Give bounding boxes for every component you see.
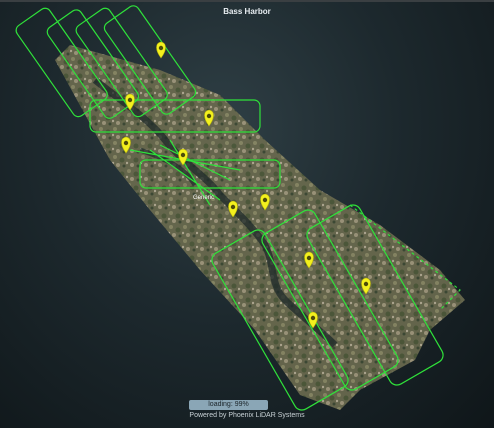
marker-label: Generic bbox=[193, 195, 214, 201]
map-pin-icon[interactable] bbox=[156, 41, 166, 59]
footer-credit: Powered by Phoenix LiDAR Systems bbox=[189, 412, 305, 419]
point-cloud-viewport[interactable]: Generic bbox=[0, 0, 494, 428]
loading-progress-bar: loading: 99% bbox=[189, 400, 268, 410]
page-title: Bass Harbor bbox=[223, 7, 271, 16]
